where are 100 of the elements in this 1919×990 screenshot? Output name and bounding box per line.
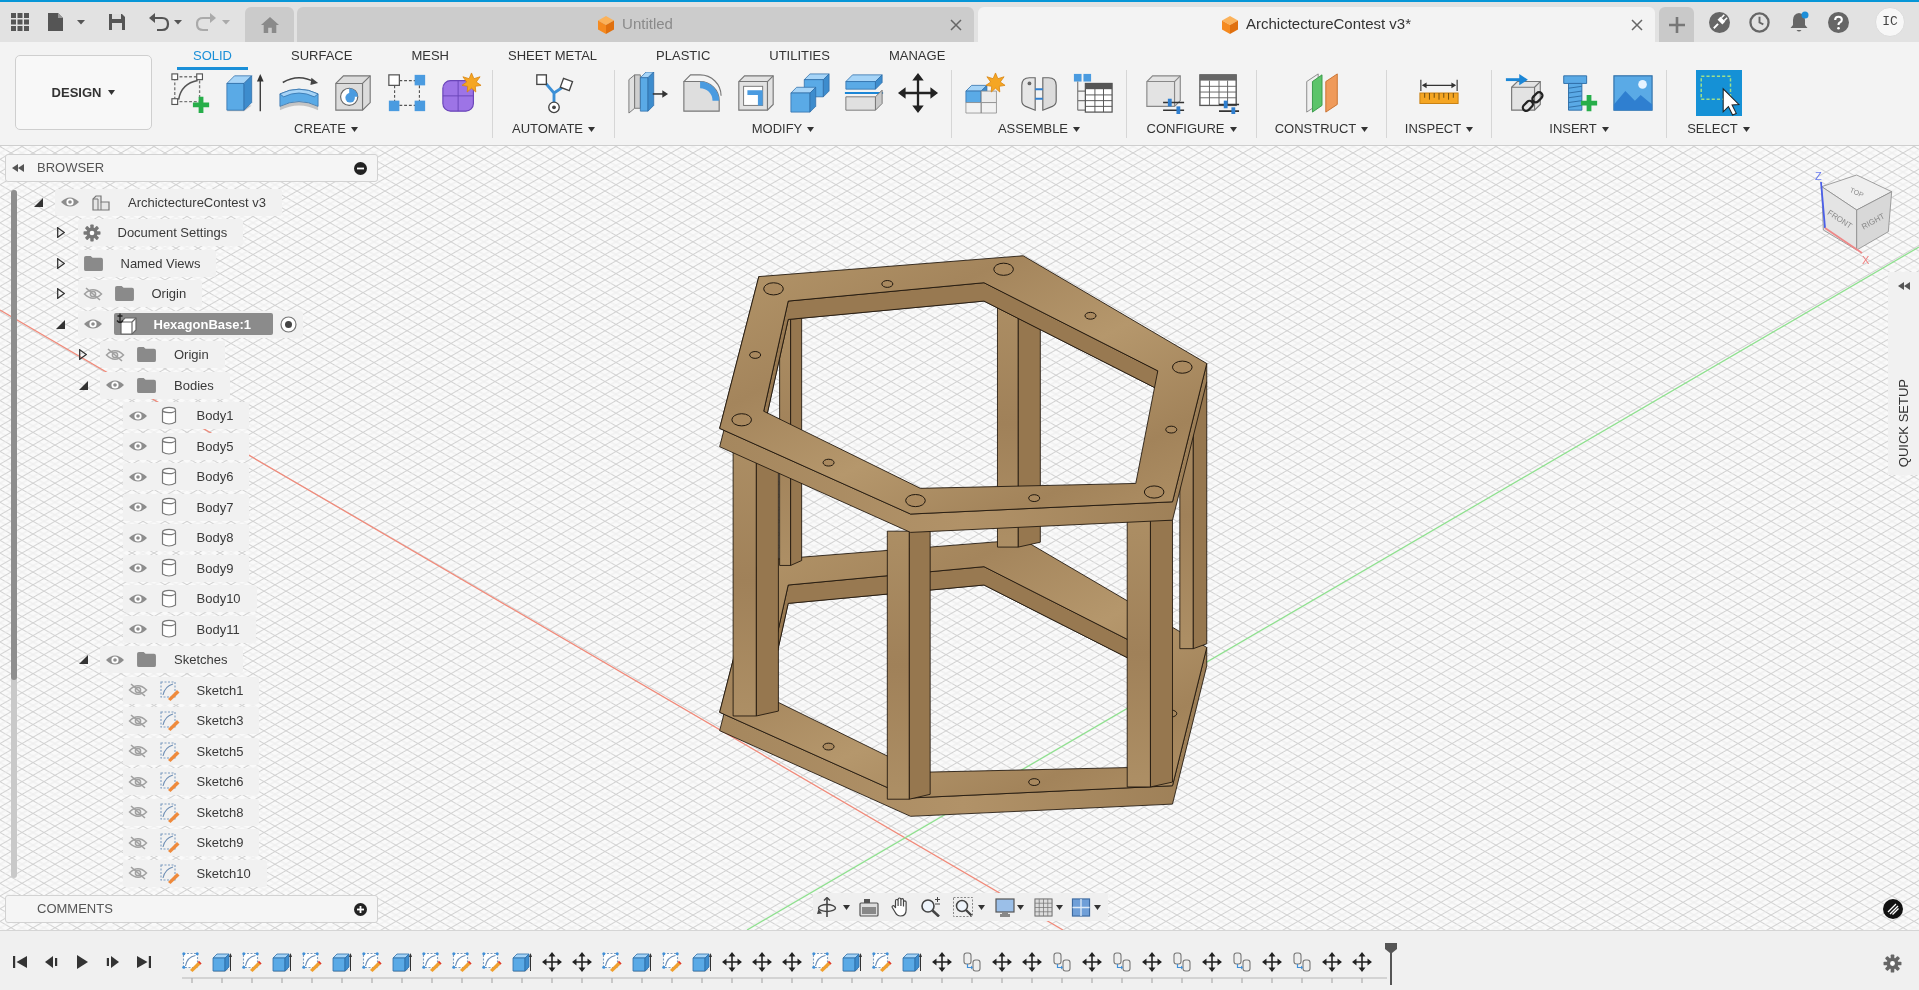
- sketch-feature-icon[interactable]: [422, 952, 442, 972]
- close-icon[interactable]: [950, 18, 962, 31]
- rounded-block-icon[interactable]: [681, 72, 723, 114]
- selection-cursor-icon[interactable]: [1695, 70, 1742, 116]
- file-caret-icon[interactable]: [47, 12, 85, 32]
- expanded-triangle-icon[interactable]: [33, 197, 43, 207]
- monitor-icon[interactable]: [995, 897, 1015, 917]
- eye-icon[interactable]: [127, 470, 148, 483]
- play-icon[interactable]: [75, 955, 89, 969]
- caret-icon[interactable]: [843, 904, 850, 910]
- caret-icon[interactable]: [1056, 904, 1063, 910]
- cube-hole-icon[interactable]: [332, 72, 374, 114]
- tree-row[interactable]: Body5: [122, 432, 250, 460]
- expanded-triangle-icon[interactable]: [56, 319, 65, 329]
- group-menu-button[interactable]: CONSTRUCT: [1274, 120, 1369, 138]
- tree-row[interactable]: Sketch1: [122, 676, 260, 704]
- scrollbar-thumb[interactable]: [11, 190, 17, 680]
- block-arrow-icon[interactable]: [627, 72, 669, 114]
- stacked-cubes-icon[interactable]: [789, 72, 831, 114]
- box-arrow-feature-icon[interactable]: [632, 952, 652, 972]
- box-arrow-feature-icon[interactable]: [212, 952, 232, 972]
- save-icon[interactable]: [108, 13, 126, 31]
- tree-row[interactable]: Sketch8: [122, 798, 260, 826]
- table-sliders-icon[interactable]: [1197, 72, 1240, 114]
- move-feature-icon[interactable]: [722, 952, 742, 972]
- tree-row[interactable]: Sketch9: [122, 829, 260, 857]
- sketch-feature-icon[interactable]: [302, 952, 322, 972]
- tree-row[interactable]: Document Settings: [77, 219, 244, 247]
- toolbar-tab[interactable]: MANAGE: [872, 42, 962, 70]
- caret-icon[interactable]: [1017, 904, 1024, 910]
- box-arrow-feature-icon[interactable]: [842, 952, 862, 972]
- tree-row[interactable]: Bodies: [100, 371, 230, 399]
- tree-table-icon[interactable]: [1072, 72, 1114, 114]
- group-menu-button[interactable]: CONFIGURE: [1146, 120, 1237, 138]
- box-arrow-feature-icon[interactable]: [512, 952, 532, 972]
- eye-icon[interactable]: [127, 623, 148, 636]
- hand-icon[interactable]: [890, 897, 908, 917]
- move-feature-icon[interactable]: [1142, 952, 1162, 972]
- eye-icon[interactable]: [127, 531, 148, 544]
- box-arrow-icon[interactable]: [224, 72, 266, 114]
- cube-sliders-icon[interactable]: [1143, 72, 1186, 114]
- split-panes-icon[interactable]: [1071, 897, 1091, 917]
- bell-icon[interactable]: [1789, 11, 1809, 33]
- caret-icon[interactable]: [978, 904, 985, 910]
- linked-parts-feature-icon[interactable]: [962, 952, 982, 972]
- apps-grid-icon[interactable]: [11, 13, 29, 31]
- group-menu-button[interactable]: CREATE: [294, 120, 358, 138]
- sketch-plus-icon[interactable]: [170, 72, 212, 114]
- radio-icon[interactable]: [280, 315, 298, 333]
- tree-row[interactable]: Body10: [122, 585, 257, 613]
- cubes-star-icon[interactable]: [964, 72, 1006, 114]
- orbit-icon[interactable]: [817, 897, 837, 917]
- linked-parts-feature-icon[interactable]: [1292, 952, 1312, 972]
- eye-icon[interactable]: [82, 318, 103, 331]
- linked-parts-feature-icon[interactable]: [1232, 952, 1252, 972]
- box-arrow-feature-icon[interactable]: [392, 952, 412, 972]
- sketch-feature-icon[interactable]: [362, 952, 382, 972]
- toolbar-tab[interactable]: UTILITIES: [753, 42, 846, 70]
- collapsed-triangle-icon[interactable]: [56, 227, 65, 239]
- sketch-feature-icon[interactable]: [602, 952, 622, 972]
- group-menu-button[interactable]: INSPECT: [1404, 120, 1474, 138]
- move-feature-icon[interactable]: [782, 952, 802, 972]
- box-arrow-feature-icon[interactable]: [272, 952, 292, 972]
- skip-end-icon[interactable]: [137, 955, 151, 969]
- group-menu-button[interactable]: SELECT: [1687, 120, 1750, 138]
- linked-parts-feature-icon[interactable]: [1052, 952, 1072, 972]
- sketch-feature-icon[interactable]: [182, 952, 202, 972]
- new-tab-button[interactable]: [1659, 7, 1694, 42]
- tree-row[interactable]: Body6: [122, 463, 250, 491]
- linked-parts-feature-icon[interactable]: [1112, 952, 1132, 972]
- tree-row[interactable]: Sketch10: [122, 859, 267, 887]
- tree-row[interactable]: Body9: [122, 554, 250, 582]
- move-feature-icon[interactable]: [1022, 952, 1042, 972]
- move-feature-icon[interactable]: [992, 952, 1012, 972]
- clock-icon[interactable]: [1749, 11, 1770, 33]
- collapsed-triangle-icon[interactable]: [79, 349, 87, 361]
- sketch-feature-icon[interactable]: [812, 952, 832, 972]
- help-icon[interactable]: [1828, 11, 1849, 33]
- user-avatar[interactable]: IC: [1875, 7, 1905, 37]
- move-feature-icon[interactable]: [1202, 952, 1222, 972]
- move-feature-icon[interactable]: [542, 952, 562, 972]
- eye-icon[interactable]: [127, 562, 148, 575]
- toolbar-tab[interactable]: MESH: [395, 42, 465, 70]
- skip-start-icon[interactable]: [13, 955, 27, 969]
- expanded-triangle-icon[interactable]: [78, 380, 88, 390]
- group-menu-button[interactable]: MODIFY: [751, 120, 815, 138]
- collapsed-triangle-icon[interactable]: [56, 288, 65, 300]
- scrollbar-track[interactable]: [11, 190, 17, 878]
- sketch-feature-icon[interactable]: [452, 952, 472, 972]
- eye-icon[interactable]: [127, 409, 148, 422]
- linked-parts-feature-icon[interactable]: [1172, 952, 1192, 972]
- tree-row[interactable]: Body7: [122, 493, 250, 521]
- move-feature-icon[interactable]: [932, 952, 952, 972]
- toolbar-tab[interactable]: SHEET METAL: [492, 42, 614, 70]
- eye-icon[interactable]: [127, 440, 148, 453]
- move-feature-icon[interactable]: [572, 952, 592, 972]
- tree-row[interactable]: Origin: [100, 341, 225, 369]
- sketch-feature-icon[interactable]: [662, 952, 682, 972]
- move-arrows-icon[interactable]: [897, 72, 939, 114]
- caret-icon[interactable]: [1094, 904, 1101, 910]
